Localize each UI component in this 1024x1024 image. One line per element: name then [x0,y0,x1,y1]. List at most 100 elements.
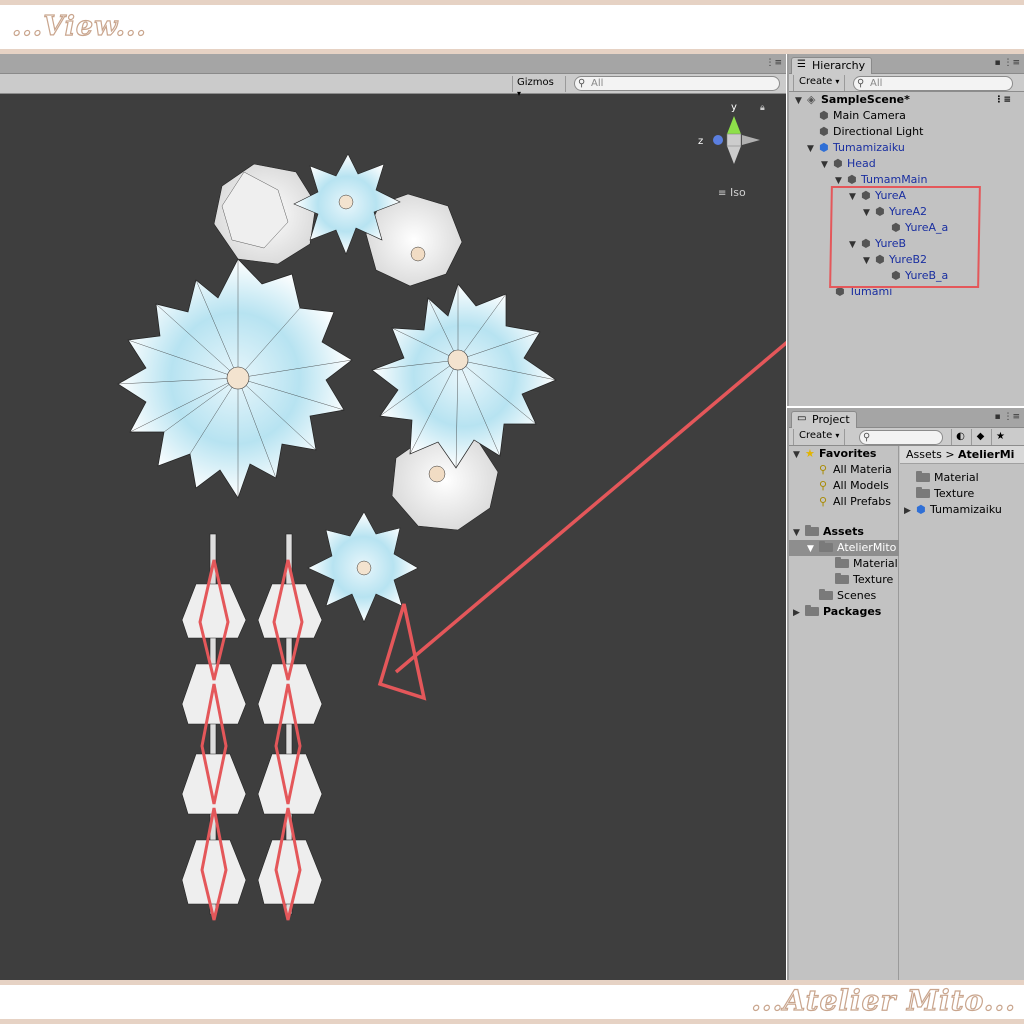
scene-name: SampleScene* [821,93,910,106]
scene-canvas[interactable]: y z 🔒︎ ≡ Iso [0,94,832,980]
list-item[interactable]: Texture [916,486,974,502]
folder-icon [819,589,833,600]
banner-signature: ...Atelier Mito... [751,983,1016,1017]
folder-icon [819,541,833,552]
expand-arrow-icon[interactable]: ▼ [795,93,807,109]
list-icon: ☰ [797,59,806,70]
project-toolbar: Create ▾ ⚲ ◐ ◆ ★ [789,428,1024,446]
projection-label: Iso [730,186,746,199]
search-filter-icon: ⚲ [819,479,828,492]
large-blue-flower [117,258,353,499]
search-filter-icon: ⚲ [819,463,828,476]
item-label: Material [853,557,898,570]
assets-header[interactable]: ▼ Assets [793,524,864,540]
collapse-arrow-icon[interactable]: ▶ [793,605,805,621]
gameobject-icon: ⬢ [833,157,843,170]
list-item[interactable]: ▶ Packages [793,604,881,620]
folder-icon: ▭ [797,413,807,424]
white-flower [213,163,317,265]
project-tabbar: ▭ Project ▪ ⋮≡ [789,408,1024,429]
medium-blue-flower [371,283,557,469]
hierarchy-toolbar: Create ▾ ⚲ All [789,74,1024,92]
assets-label: Assets [823,525,864,538]
search-filter-icon: ⚲ [819,495,828,508]
search-placeholder: All [870,78,883,89]
list-item[interactable]: ▼ AtelierMito [789,540,899,556]
create-button[interactable]: Create ▾ [793,75,846,91]
breadcrumb-root[interactable]: Assets [906,448,942,461]
lock-icon[interactable]: ▪ ⋮≡ [994,58,1020,68]
search-icon: ⚲ [863,432,871,443]
panel-menu-icon[interactable]: ⋮≡ [765,58,782,68]
project-panel: ▭ Project ▪ ⋮≡ Create ▾ ⚲ ◐ ◆ ★ ▼ ★ Favori… [787,408,1024,980]
breadcrumb-current[interactable]: AtelierMi [958,448,1014,461]
project-contents: Assets > AtelierMi Material Texture ▶ ⬢ Tu… [900,446,1024,980]
expand-arrow-icon[interactable]: ▼ [807,541,819,557]
expand-arrow-icon[interactable]: ▼ [807,141,819,157]
dropdown-arrow-icon: ▾ [835,77,840,86]
dropdown-arrow-icon: ▾ [835,431,840,440]
scene-toolbar: Gizmos ▾ ⚲ All [0,74,786,98]
item-label: All Prefabs [833,495,891,508]
filter-type-icon[interactable]: ◐ [951,429,969,445]
gizmos-dropdown[interactable]: Gizmos ▾ [512,76,566,98]
list-item[interactable]: Texture [835,572,893,588]
list-item[interactable]: Material [916,470,979,486]
project-search-input[interactable]: ⚲ [859,430,943,445]
star-icon: ★ [805,447,815,460]
folder-icon [916,487,930,498]
list-item[interactable]: ⬢ Main Camera [819,108,906,124]
scene-viewport[interactable]: y z 🔒︎ ≡ Iso [0,94,832,980]
expand-arrow-icon[interactable]: ▼ [793,525,805,541]
list-item[interactable]: ▶ ⬢ Tumamizaiku [904,502,1002,518]
orientation-gizmo[interactable]: y z 🔒︎ [698,102,765,164]
item-label: Directional Light [833,125,924,138]
lock-icon[interactable]: ▪ ⋮≡ [994,412,1020,422]
bottom-banner: ...Atelier Mito... [0,980,1024,1024]
gameobject-icon: ⬢ [819,125,829,138]
expand-arrow-icon[interactable]: ▼ [821,157,833,173]
item-label: Texture [934,487,975,500]
folder-icon [805,525,819,536]
expand-arrow-icon[interactable]: ▼ [793,447,805,463]
menu-lines-icon: ≡ [718,188,726,199]
scene-tabbar: ⋮≡ [0,54,786,74]
create-label: Create [799,430,833,441]
create-button[interactable]: Create ▾ [793,429,846,445]
scene-root-row[interactable]: ▼ ◈ SampleScene* ⋮≡ [795,92,1017,108]
banner-title: ...View... [11,10,147,42]
item-label: All Models [833,479,889,492]
list-item[interactable]: ⬢ Directional Light [819,124,923,140]
list-item[interactable]: ▼ ⬢ Head [821,156,876,172]
breadcrumb-separator: > [945,448,955,461]
prefab-icon: ⬢ [819,141,829,154]
list-item[interactable]: ⚲ All Models [819,478,889,494]
list-item[interactable]: Scenes [819,588,876,604]
collapse-arrow-icon[interactable]: ▶ [904,503,916,519]
top-banner: ...View... [0,0,1024,54]
item-label: Packages [823,605,882,618]
tab-project[interactable]: ▭ Project [791,411,857,429]
hierarchy-search-input[interactable]: ⚲ All [853,76,1013,91]
scene-menu-icon[interactable]: ⋮≡ [994,92,1011,108]
scene-search-input[interactable]: ⚲ All [574,76,780,91]
item-label: AtelierMito [837,541,897,554]
lock-icon[interactable]: 🔒︎ [760,103,765,113]
search-icon: ⚲ [857,78,865,89]
filter-label-icon[interactable]: ◆ [971,429,989,445]
list-item[interactable]: ⚲ All Materia [819,462,892,478]
item-label: Main Camera [833,109,906,122]
favorites-header[interactable]: ▼ ★ Favorites [793,446,876,462]
tab-hierarchy[interactable]: ☰ Hierarchy [791,57,873,75]
list-item[interactable]: ▼ ⬢ Tumamizaiku [807,140,905,156]
search-placeholder: All [591,78,604,89]
list-item[interactable]: ⚲ All Prefabs [819,494,891,510]
unity-scene-icon: ◈ [807,93,816,106]
favorite-star-icon[interactable]: ★ [991,429,1009,445]
search-icon: ⚲ [578,78,586,89]
projection-toggle[interactable]: ≡ Iso [718,186,746,199]
tab-label: Hierarchy [812,59,866,72]
item-label: All Materia [833,463,892,476]
small-blue-flower [307,511,419,623]
list-item[interactable]: Material [835,556,898,572]
